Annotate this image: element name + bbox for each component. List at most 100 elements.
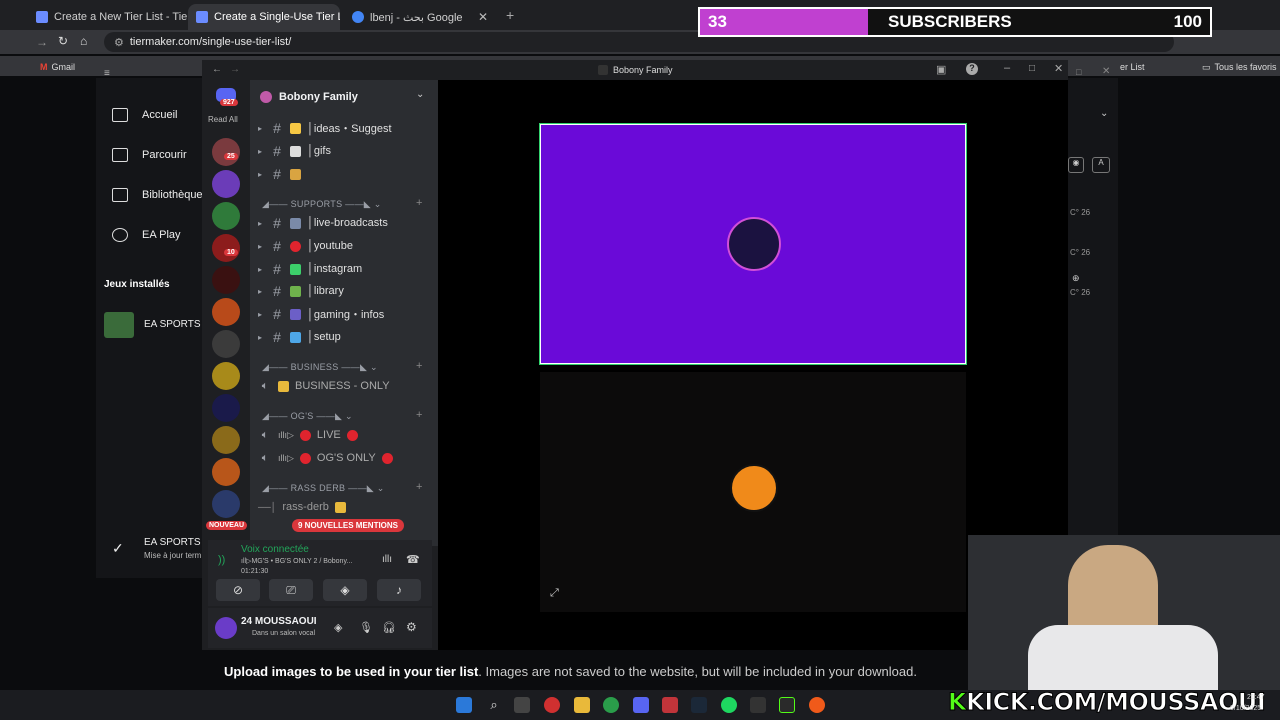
category-supports[interactable]: ◢—— SUPPORTS ——◣ ⌄ — [262, 199, 382, 210]
voice-channel-business[interactable]: 🔈︎ BUSINESS - ONLY — [258, 376, 434, 396]
add-channel-icon[interactable]: + — [416, 481, 422, 493]
channel-setup[interactable]: ▸ # │setup — [258, 327, 434, 347]
ea-app-icon[interactable] — [809, 697, 825, 713]
site-info-icon[interactable]: ⚙ — [114, 36, 124, 49]
server-icon[interactable] — [212, 202, 240, 230]
installed-game-title[interactable]: EA SPORTS F — [144, 319, 209, 330]
activities-button[interactable]: ◈ — [323, 579, 367, 601]
server-icon[interactable] — [212, 362, 240, 390]
server-icon[interactable] — [212, 234, 240, 262]
steam-icon[interactable] — [691, 697, 707, 713]
user-name[interactable]: 24 MOUSSAOUI — [241, 616, 317, 627]
add-channel-icon[interactable]: + — [416, 197, 422, 209]
chevron-down-icon[interactable]: ⌄ — [416, 89, 424, 100]
add-channel-icon[interactable]: + — [416, 409, 422, 421]
help-icon[interactable]: ? — [966, 63, 978, 75]
windows-start-icon[interactable] — [456, 697, 472, 713]
close-icon[interactable]: ✕ — [1102, 66, 1110, 77]
maximize-icon[interactable]: □ — [1029, 63, 1035, 74]
soundboard-button[interactable]: ♪ — [377, 579, 421, 601]
back-icon[interactable]: ← — [212, 64, 222, 75]
tab-tiermaker-single[interactable]: Create a Single-Use Tier List (P ✕ — [188, 4, 340, 30]
category-business[interactable]: ◢—— BUSINESS ——◣ ⌄ — [262, 362, 378, 373]
voice-channel-name[interactable]: ıll▷MG'S • BG'S ONLY 2 / Bobony... — [241, 557, 352, 565]
app-icon[interactable] — [750, 697, 766, 713]
app-icon[interactable] — [662, 697, 678, 713]
minimize-icon[interactable]: – — [1004, 62, 1010, 74]
ea-nav-ea-play[interactable]: EA Play — [112, 228, 181, 242]
reload-icon[interactable]: ↻ — [58, 34, 68, 48]
ea-nav-library[interactable]: Bibliothèque — [112, 188, 203, 202]
channel-live-broadcasts[interactable]: ▸ # │live-broadcasts — [258, 213, 434, 233]
pop-out-icon[interactable]: ⤢ — [550, 587, 559, 600]
channel-unnamed[interactable]: ▸ # — [258, 164, 434, 184]
server-icon[interactable] — [212, 170, 240, 198]
participant-tile-speaking[interactable] — [539, 123, 967, 365]
tab-google[interactable]: lbenj - بحث Google ✕ — [344, 4, 496, 30]
ea-nav-home[interactable]: Accueil — [112, 108, 177, 122]
add-icon[interactable]: ⊕ — [1072, 273, 1080, 284]
channel-youtube[interactable]: ▸ # │youtube — [258, 236, 434, 256]
server-icon[interactable] — [212, 298, 240, 326]
voice-channel-live[interactable]: 🔈︎ ıllı▷ LIVE — [258, 425, 434, 445]
menu-icon[interactable]: ≡ — [104, 68, 110, 79]
chrome-icon[interactable] — [603, 697, 619, 713]
server-icon[interactable] — [212, 426, 240, 454]
chevron-down-icon[interactable]: ⌄ — [1100, 108, 1108, 119]
screen-share-button[interactable]: ⎚ — [269, 579, 313, 601]
window-title: Bobony Family — [613, 65, 673, 75]
channel-rass-derb[interactable]: ──│ rass-derb — [258, 497, 434, 517]
tab-tiermaker-new[interactable]: Create a New Tier List - TierMa ✕ — [28, 4, 188, 30]
read-all-button[interactable]: Read All — [208, 115, 238, 124]
settings-gear-icon[interactable]: ⚙ — [406, 620, 417, 634]
ea-nav-browse[interactable]: Parcourir — [112, 148, 187, 162]
voice-channel-ogs-only[interactable]: 🔈︎ ıllı▷ OG'S ONLY — [258, 448, 434, 468]
server-icon[interactable] — [212, 330, 240, 358]
search-icon[interactable]: ⌕ — [486, 697, 502, 713]
spotify-icon[interactable] — [721, 697, 737, 713]
add-channel-icon[interactable]: + — [416, 360, 422, 372]
disconnect-icon[interactable]: ☎ — [406, 553, 420, 566]
bookmark-tier-list[interactable]: er List — [1120, 62, 1145, 72]
headphones-icon[interactable]: 🎧︎ — [382, 621, 396, 634]
server-icon[interactable] — [212, 458, 240, 486]
bookmark-all-favorites[interactable]: ▭ Tous les favoris — [1202, 62, 1277, 73]
task-view-icon[interactable] — [514, 697, 530, 713]
close-icon[interactable]: ✕ — [478, 10, 488, 24]
hide-icon[interactable]: ◉ — [1068, 157, 1084, 173]
microphone-icon[interactable]: 🎙︎ — [359, 621, 373, 634]
channel-ideas[interactable]: ▸ # │ideas・Suggest — [258, 118, 434, 138]
forward-icon[interactable]: → — [230, 64, 240, 75]
server-folder[interactable] — [212, 490, 240, 518]
channel-gaming-infos[interactable]: ▸ # │gaming・infos — [258, 304, 434, 324]
app-icon[interactable] — [544, 697, 560, 713]
discord-icon[interactable] — [633, 697, 649, 713]
app-icon[interactable] — [779, 697, 795, 713]
bookmark-gmail[interactable]: M Gmail — [40, 62, 75, 72]
participant-tile[interactable] — [540, 372, 966, 612]
server-name[interactable]: Bobony Family — [279, 91, 358, 103]
gamepad-icon[interactable]: ◈ — [334, 621, 342, 634]
game-thumbnail[interactable] — [104, 312, 134, 338]
file-explorer-icon[interactable] — [574, 697, 590, 713]
avatar[interactable] — [215, 617, 237, 639]
home-icon[interactable]: ⌂ — [80, 34, 87, 48]
category-rass-derb[interactable]: ◢—— RASS DERB ——◣ ⌄ — [262, 483, 385, 494]
close-icon[interactable]: ✕ — [1054, 62, 1063, 75]
forward-icon[interactable]: → — [36, 35, 48, 49]
channel-library[interactable]: ▸ # │library — [258, 281, 434, 301]
server-icon[interactable] — [212, 394, 240, 422]
category-ogs[interactable]: ◢—— OG'S ——◣ ⌄ — [262, 411, 353, 422]
text-size-icon[interactable]: A — [1092, 157, 1110, 173]
channel-instagram[interactable]: ▸ # │instagram — [258, 259, 434, 279]
channel-gifs[interactable]: ▸ # │gifs — [258, 141, 434, 161]
server-icon[interactable] — [212, 138, 240, 166]
server-icon[interactable] — [212, 266, 240, 294]
new-mentions-pill[interactable]: 9 NOUVELLES MENTIONS — [292, 519, 405, 532]
new-tab-icon[interactable]: + — [506, 7, 514, 23]
noise-suppression-icon[interactable]: ıllı — [382, 554, 392, 565]
maximize-icon[interactable]: □ — [1076, 67, 1081, 77]
inbox-icon[interactable]: ▣ — [936, 63, 946, 76]
signal-strength-icon[interactable]: )) — [218, 554, 225, 566]
camera-off-button[interactable]: ⊘ — [216, 579, 260, 601]
